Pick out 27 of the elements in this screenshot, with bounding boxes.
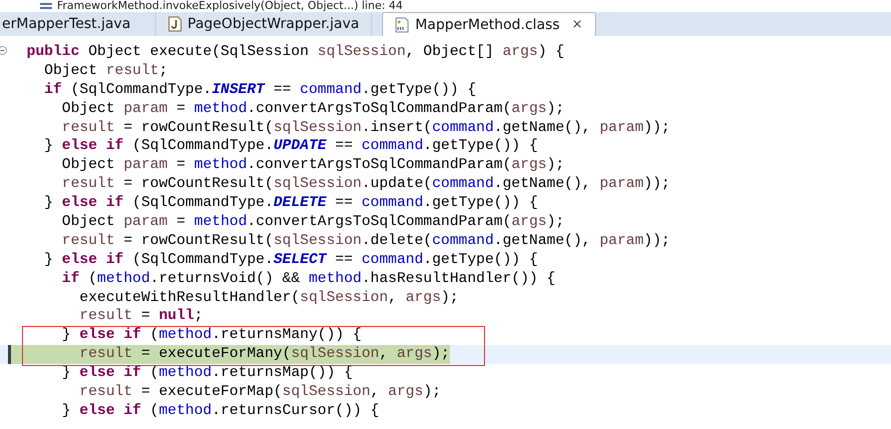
code-line: } else if (SqlCommandType.SELECT == command.getType()) { xyxy=(43,250,538,270)
code-line: executeWithResultHandler(sqlSession, args); xyxy=(78,288,459,308)
code-line: result = rowCountResult(sqlSession.update(command.getName(), param)); xyxy=(60,175,670,194)
code-line: Object param = method.convertArgsToSqlCommandParam(args); xyxy=(60,100,564,119)
editor-tab[interactable]: erMapperTest.java xyxy=(0,12,156,36)
java-file-icon xyxy=(168,16,182,32)
editor-tab[interactable]: PageObjectWrapper.java xyxy=(156,12,372,36)
collapse-icon[interactable] xyxy=(0,46,7,55)
code-line: public Object execute(SqlSession sqlSession, Object[] args) { xyxy=(26,43,564,62)
code-line: } else if (SqlCommandType.DELETE == command.getType()) { xyxy=(43,194,538,214)
code-line: } else if (method.returnsMany()) { xyxy=(60,326,362,346)
code-line: result = rowCountResult(sqlSession.delete(command.getName(), param)); xyxy=(60,232,670,251)
code-line: Object result; xyxy=(43,62,168,81)
code-line: result = rowCountResult(sqlSession.insert(command.getName(), param)); xyxy=(60,118,670,138)
stack-frame-label[interactable]: FrameworkMethod.invokeExplosively(Object, Object...) line: 44 xyxy=(57,0,403,12)
code-line: if (SqlCommandType.INSERT == command.getType()) { xyxy=(43,80,476,100)
code-line: Object param = method.convertArgsToSqlCommandParam(args); xyxy=(60,213,564,232)
code-line: result = null; xyxy=(78,307,203,326)
close-icon[interactable]: × xyxy=(572,17,583,32)
code-line: Object param = method.convertArgsToSqlCommandParam(args); xyxy=(60,156,564,176)
code-line: } else if (SqlCommandType.UPDATE == command.getType()) { xyxy=(43,137,538,156)
stack-frame-icon xyxy=(40,1,52,11)
code-line: result = executeForMap(sqlSession, args); xyxy=(78,383,441,402)
code-line: if (method.returnsVoid() && method.hasResultHandler()) { xyxy=(60,270,556,289)
class-file-icon xyxy=(395,16,410,32)
editor-tab[interactable]: MapperMethod.class × xyxy=(382,12,596,36)
code-line: } else if (method.returnsCursor()) { xyxy=(60,402,380,421)
